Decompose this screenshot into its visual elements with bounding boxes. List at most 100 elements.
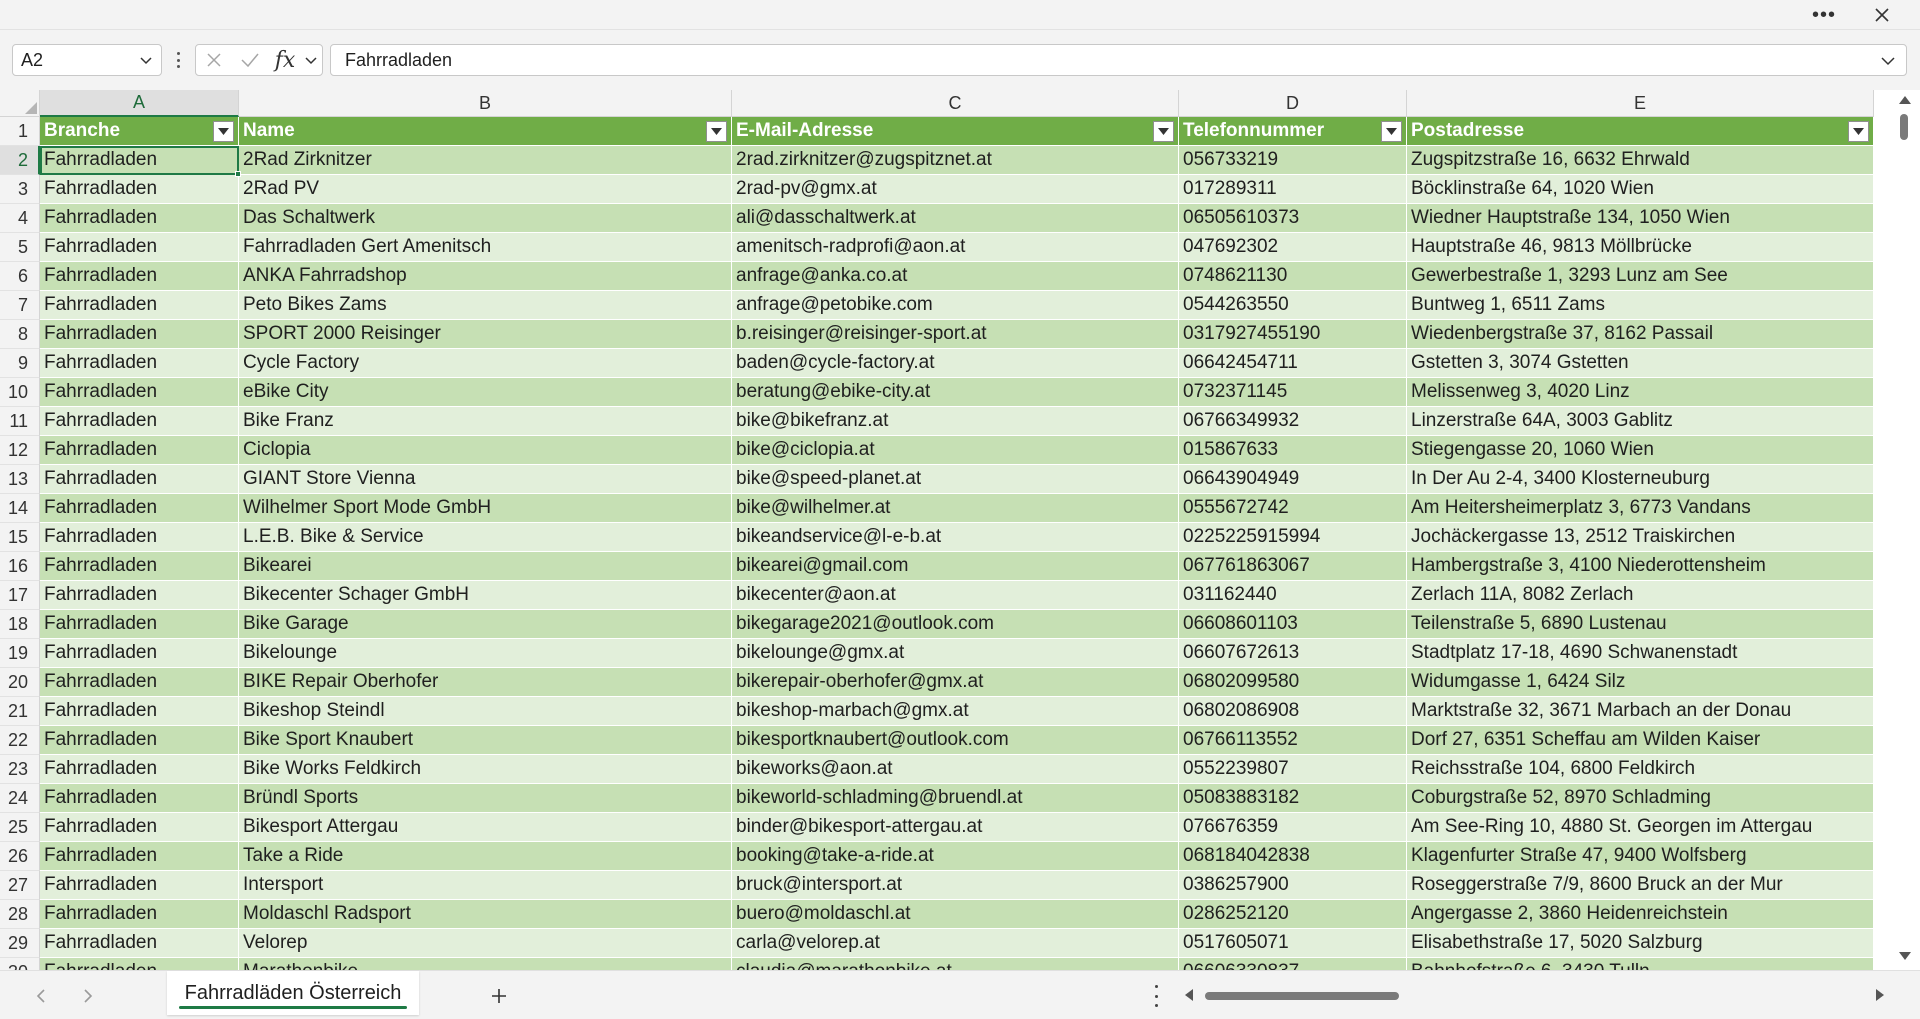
formula-input[interactable]: Fahrradladen	[330, 44, 1907, 76]
cell-postadresse[interactable]: Zugspitzstraße 16, 6632 Ehrwald	[1407, 146, 1874, 175]
cell-postadresse[interactable]: Hauptstraße 46, 9813 Möllbrücke	[1407, 233, 1874, 262]
cell-telefon[interactable]: 06608601103	[1179, 610, 1407, 639]
column-header-e[interactable]: E	[1407, 90, 1874, 117]
column-header-d[interactable]: D	[1179, 90, 1407, 117]
cell-telefon[interactable]: 06802086908	[1179, 697, 1407, 726]
row-header-10[interactable]: 10	[0, 378, 40, 407]
cell-branche[interactable]: Fahrradladen	[40, 726, 239, 755]
cell-email[interactable]: b.reisinger@reisinger-sport.at	[732, 320, 1179, 349]
cell-branche[interactable]: Fahrradladen	[40, 813, 239, 842]
header-cell-postadresse[interactable]: Postadresse	[1407, 117, 1874, 146]
cell-email[interactable]: beratung@ebike-city.at	[732, 378, 1179, 407]
row-header-22[interactable]: 22	[0, 726, 40, 755]
row-header-27[interactable]: 27	[0, 871, 40, 900]
cell-branche[interactable]: Fahrradladen	[40, 552, 239, 581]
cell-postadresse[interactable]: Wiedenbergstraße 37, 8162 Passail	[1407, 320, 1874, 349]
cell-name[interactable]: Bike Franz	[239, 407, 732, 436]
cell-name[interactable]: ANKA Fahrradshop	[239, 262, 732, 291]
cell-telefon[interactable]: 056733219	[1179, 146, 1407, 175]
cell-email[interactable]: 2rad.zirknitzer@zugspitznet.at	[732, 146, 1179, 175]
cell-branche[interactable]: Fahrradladen	[40, 262, 239, 291]
cell-branche[interactable]: Fahrradladen	[40, 697, 239, 726]
close-button[interactable]	[1860, 0, 1904, 30]
cell-branche[interactable]: Fahrradladen	[40, 610, 239, 639]
row-header-29[interactable]: 29	[0, 929, 40, 958]
row-header-5[interactable]: 5	[0, 233, 40, 262]
cell-postadresse[interactable]: Elisabethstraße 17, 5020 Salzburg	[1407, 929, 1874, 958]
cell-email[interactable]: bikearei@gmail.com	[732, 552, 1179, 581]
cell-branche[interactable]: Fahrradladen	[40, 929, 239, 958]
cell-email[interactable]: bikecenter@aon.at	[732, 581, 1179, 610]
cell-name[interactable]: L.E.B. Bike & Service	[239, 523, 732, 552]
cell-telefon[interactable]: 0517605071	[1179, 929, 1407, 958]
cell-postadresse[interactable]: Wiedner Hauptstraße 134, 1050 Wien	[1407, 204, 1874, 233]
cell-email[interactable]: carla@velorep.at	[732, 929, 1179, 958]
cell-name[interactable]: SPORT 2000 Reisinger	[239, 320, 732, 349]
row-header-21[interactable]: 21	[0, 697, 40, 726]
cell-email[interactable]: binder@bikesport-attergau.at	[732, 813, 1179, 842]
formula-bar-more-icon[interactable]	[172, 47, 184, 73]
cell-postadresse[interactable]: Böcklinstraße 64, 1020 Wien	[1407, 175, 1874, 204]
cell-email[interactable]: booking@take-a-ride.at	[732, 842, 1179, 871]
cell-telefon[interactable]: 0544263550	[1179, 291, 1407, 320]
select-all-button[interactable]	[0, 90, 40, 117]
cell-telefon[interactable]: 06766349932	[1179, 407, 1407, 436]
cell-telefon[interactable]: 015867633	[1179, 436, 1407, 465]
row-header-30[interactable]: 30	[0, 958, 40, 970]
cell-telefon[interactable]: 031162440	[1179, 581, 1407, 610]
row-header-11[interactable]: 11	[0, 407, 40, 436]
cell-branche[interactable]: Fahrradladen	[40, 668, 239, 697]
cell-telefon[interactable]: 06643904949	[1179, 465, 1407, 494]
cell-name[interactable]: 2Rad PV	[239, 175, 732, 204]
cell-name[interactable]: Fahrradladen Gert Amenitsch	[239, 233, 732, 262]
horizontal-scroll-thumb[interactable]	[1205, 992, 1399, 1000]
cell-email[interactable]: bikegarage2021@outlook.com	[732, 610, 1179, 639]
cell-postadresse[interactable]: Bahnhofstraße 6, 3430 Tulln	[1407, 958, 1874, 970]
cell-name[interactable]: GIANT Store Vienna	[239, 465, 732, 494]
scroll-up-icon[interactable]	[1898, 94, 1912, 106]
row-header-3[interactable]: 3	[0, 175, 40, 204]
row-header-18[interactable]: 18	[0, 610, 40, 639]
header-cell-telefon[interactable]: Telefonnummer	[1179, 117, 1407, 146]
scroll-left-icon[interactable]	[1183, 988, 1195, 1002]
cell-email[interactable]: bike@wilhelmer.at	[732, 494, 1179, 523]
cell-name[interactable]: Bikesport Attergau	[239, 813, 732, 842]
row-header-6[interactable]: 6	[0, 262, 40, 291]
vertical-scrollbar[interactable]	[1890, 90, 1920, 970]
cell-postadresse[interactable]: Melissenweg 3, 4020 Linz	[1407, 378, 1874, 407]
cell-telefon[interactable]: 06642454711	[1179, 349, 1407, 378]
cell-postadresse[interactable]: Hambergstraße 3, 4100 Niederottensheim	[1407, 552, 1874, 581]
cell-name[interactable]: Das Schaltwerk	[239, 204, 732, 233]
cell-postadresse[interactable]: Marktstraße 32, 3671 Marbach an der Dona…	[1407, 697, 1874, 726]
cell-branche[interactable]: Fahrradladen	[40, 378, 239, 407]
column-header-b[interactable]: B	[239, 90, 732, 117]
row-header-4[interactable]: 4	[0, 204, 40, 233]
cell-name[interactable]: Bikelounge	[239, 639, 732, 668]
cell-email[interactable]: bikeshop-marbach@gmx.at	[732, 697, 1179, 726]
confirm-entry-button[interactable]	[232, 45, 268, 75]
row-header-1[interactable]: 1	[0, 117, 40, 146]
row-header-8[interactable]: 8	[0, 320, 40, 349]
cell-telefon[interactable]: 017289311	[1179, 175, 1407, 204]
cell-branche[interactable]: Fahrradladen	[40, 871, 239, 900]
vertical-scroll-thumb[interactable]	[1900, 114, 1908, 140]
cell-postadresse[interactable]: Stadtplatz 17-18, 4690 Schwanenstadt	[1407, 639, 1874, 668]
cell-postadresse[interactable]: Teilenstraße 5, 6890 Lustenau	[1407, 610, 1874, 639]
cell-postadresse[interactable]: Roseggerstraße 7/9, 8600 Bruck an der Mu…	[1407, 871, 1874, 900]
tab-bar-splitter[interactable]	[1152, 985, 1160, 1007]
cell-telefon[interactable]: 068184042838	[1179, 842, 1407, 871]
chevron-down-icon[interactable]	[137, 51, 155, 69]
cell-branche[interactable]: Fahrradladen	[40, 494, 239, 523]
cell-postadresse[interactable]: Zerlach 11A, 8082 Zerlach	[1407, 581, 1874, 610]
cell-branche[interactable]: Fahrradladen	[40, 639, 239, 668]
cell-name[interactable]: Bike Works Feldkirch	[239, 755, 732, 784]
cell-postadresse[interactable]: Am See-Ring 10, 4880 St. Georgen im Atte…	[1407, 813, 1874, 842]
cell-telefon[interactable]: 06607672613	[1179, 639, 1407, 668]
expand-formula-bar-icon[interactable]	[1878, 51, 1898, 71]
cell-email[interactable]: baden@cycle-factory.at	[732, 349, 1179, 378]
cell-branche[interactable]: Fahrradladen	[40, 465, 239, 494]
cell-branche[interactable]: Fahrradladen	[40, 958, 239, 970]
filter-button[interactable]	[213, 121, 234, 142]
cell-branche[interactable]: Fahrradladen	[40, 755, 239, 784]
insert-function-button[interactable]: fx	[268, 48, 302, 73]
